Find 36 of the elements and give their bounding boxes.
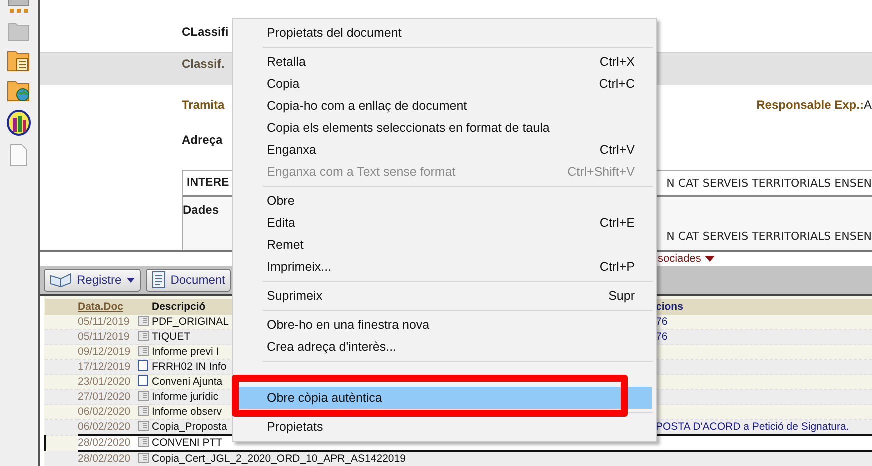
menu-item[interactable]: Edita Ctrl+E <box>237 212 652 234</box>
field-label: Responsable Exp.: <box>756 98 864 114</box>
table-cell: POSTA D'ACORD a Petició de Signatura. <box>656 420 872 435</box>
related-link[interactable]: sociades <box>658 253 702 265</box>
field-label: CLassifi <box>182 25 229 39</box>
column-header[interactable]: cions <box>656 299 872 315</box>
field-label: Tramita <box>182 98 225 114</box>
table-cell: 28/02/2020 <box>78 451 138 466</box>
table-cell: 05/11/2019 <box>78 330 138 344</box>
menu-item[interactable]: Copia-ho com a enllaç de document <box>237 95 652 117</box>
menu-item[interactable]: Retalla Ctrl+X <box>237 51 652 73</box>
field-value: N CAT SERVEIS TERRITORIALS ENSEN <box>666 230 872 243</box>
table-cell: Copia_Cert_JGL_2_2020_ORD_10_APR_AS1422019 <box>152 451 656 466</box>
field-label: Classif. <box>182 57 225 71</box>
menu-item[interactable]: Copia els elements seleccionats en format de taula <box>237 117 652 139</box>
table-cell: 27/01/2020 <box>78 390 138 404</box>
menu-item[interactable]: Propietats del document <box>237 22 652 44</box>
field-label: Adreça <box>182 133 223 147</box>
menu-item[interactable]: Remet <box>237 234 652 256</box>
menu-item[interactable]: Obre <box>237 190 652 212</box>
toolbar-button[interactable]: Document <box>146 268 232 292</box>
menu-item[interactable]: Obre còpia autèntica <box>237 387 652 409</box>
menu-item[interactable]: Suprimeix Supr <box>237 285 652 307</box>
section-header: INTERE <box>187 177 230 189</box>
menu-item[interactable]: Enganxa Ctrl+V <box>237 139 652 161</box>
table-cell: 17/12/2019 <box>78 360 138 374</box>
table-cell: 28/02/2020 <box>78 435 138 451</box>
field-label: Dades <box>183 203 220 219</box>
column-header[interactable]: Data.Doc <box>78 299 138 315</box>
menu-item[interactable]: Copia Ctrl+C <box>237 73 652 95</box>
menu-item[interactable]: Imprimeix... Ctrl+P <box>237 256 652 278</box>
toolbar-button[interactable]: Registre <box>44 268 141 292</box>
field-value: N CAT SERVEIS TERRITORIALS ENSEN <box>666 176 872 190</box>
field-value: A <box>864 98 872 114</box>
table-cell: 06/02/2020 <box>78 420 138 435</box>
table-cell: 76 <box>656 330 872 344</box>
